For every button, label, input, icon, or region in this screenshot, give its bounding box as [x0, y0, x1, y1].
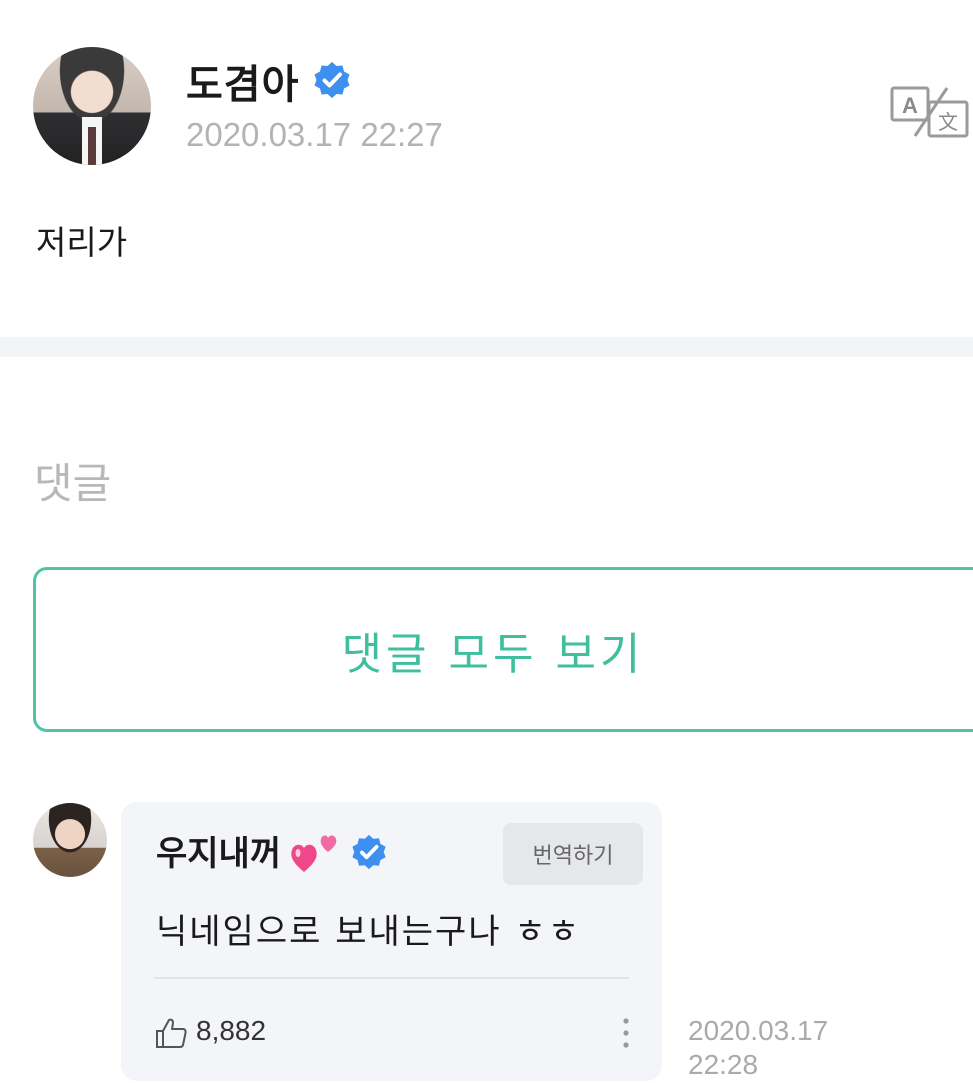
comment-divider	[154, 977, 629, 979]
svg-text:A: A	[902, 93, 918, 118]
verified-badge-icon	[352, 834, 386, 870]
post-author-name[interactable]: 도겸아	[186, 52, 299, 110]
comment-date-day: 2020.03.17	[688, 1015, 829, 1046]
post-date: 2020.03.17 22:27	[186, 116, 443, 153]
view-all-comments-button[interactable]: 댓글 모두 보기	[33, 567, 973, 732]
post-page: 도겸아 2020.03.17 22:27 A 文 저리가 댓글 댓글 모두 보기…	[0, 0, 973, 1083]
comment-text: 닉네임으로 보내는구나 ㅎㅎ	[156, 912, 581, 952]
thumbs-up-icon[interactable]	[154, 1016, 188, 1050]
translate-comment-button[interactable]: 번역하기	[503, 823, 643, 885]
more-vertical-icon[interactable]	[618, 1015, 634, 1051]
comment-author-avatar[interactable]	[33, 803, 107, 877]
view-all-comments-label: 댓글 모두 보기	[341, 628, 645, 680]
like-count: 8,882	[196, 1015, 267, 1046]
avatar-tie	[88, 127, 96, 165]
comment-date-time: 22:28	[688, 1049, 759, 1080]
comment-author-name[interactable]: 우지내꺼	[156, 826, 281, 875]
translate-icon[interactable]: A 文	[889, 84, 971, 140]
verified-badge-icon	[314, 62, 350, 98]
comment-date: 2020.03.17 22:28	[688, 1014, 828, 1082]
comments-heading: 댓글	[34, 459, 112, 508]
svg-text:文: 文	[938, 110, 958, 134]
section-divider	[0, 337, 973, 357]
two-hearts-icon	[291, 835, 337, 872]
author-avatar[interactable]	[33, 47, 151, 165]
post-body-text: 저리가	[36, 223, 128, 262]
